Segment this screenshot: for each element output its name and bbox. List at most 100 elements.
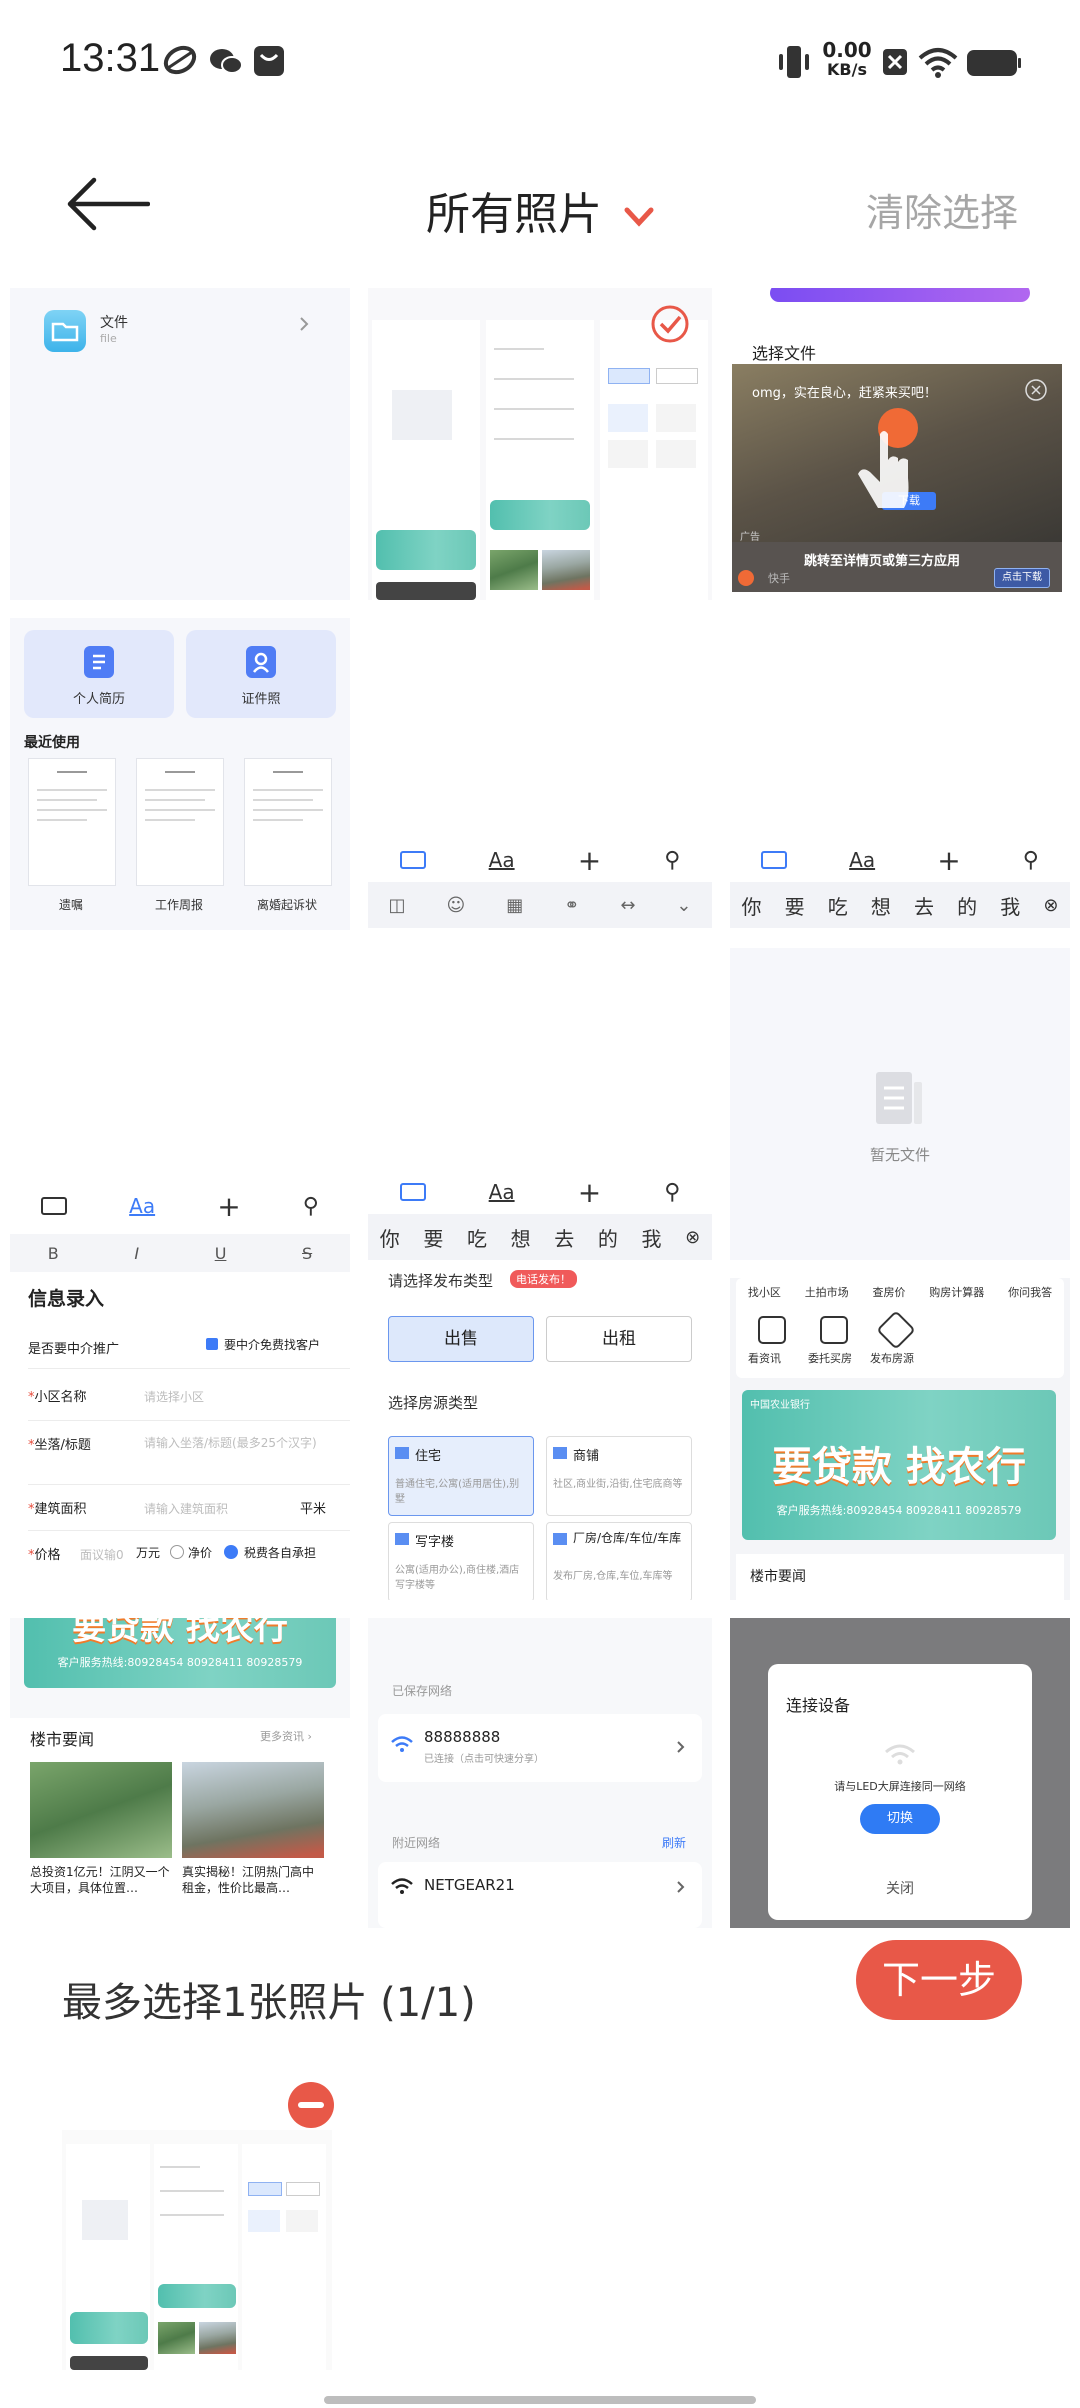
photo-thumb-8[interactable]: Aa + ⚲ B I U S 信息录入 是否要中介推广 要中介免费找客户 *小区… [10,1178,350,1600]
candidate: 你 [741,894,762,919]
nav2-item: 看资讯 [748,1352,781,1365]
candidate: 吃 [467,1226,488,1251]
photo-thumb-12[interactable]: 已保存网络 88888888 已连接（点击可快速分享） 附近网络 刷新 NETG… [368,1618,712,1928]
status-time: 13:31 [60,36,161,80]
news-heading: 楼市要闻 [30,1730,95,1749]
wifi-icon [918,48,958,78]
folder-icon [44,310,86,352]
mini-screen-2 [154,2144,238,2370]
clear-selection-button[interactable]: 清除选择 [866,182,1018,237]
plus-icon: + [937,843,961,877]
tile1-label: 文件 [100,315,128,331]
keyboard-tools-row: ◫ ☺ ▦ ⚭ ↔ ⌄ [368,882,712,928]
photo-thumb-7[interactable]: 暂无文件 [730,948,1070,1260]
mini-screen-1 [66,2144,150,2370]
type-factory: 厂房/仓库/车位/车库 发布厂房,仓库,车位,车库等 [546,1522,692,1600]
photo-thumb-3[interactable]: 选择文件 omg，实在良心，赶紧来买吧！ 下载 跳转至详情页或第三方应用 快手 … [730,288,1070,600]
emoji-icon: ☺ [446,894,466,916]
selected-preview-thumb[interactable] [62,2130,332,2370]
candidate: 吃 [827,894,848,919]
phone-badge: 电话发布！ [510,1270,577,1288]
ad-user: 快手 [768,572,790,585]
plus-icon: + [577,843,602,877]
doc-name-3: 离婚起诉状 [256,898,317,912]
photo-thumb-9[interactable]: Aa + ⚲ 你 要 吃 想 去 的 我 ⊗ 请选择发布类型 电话发布！ 出售 … [368,1166,712,1600]
format-row: B I U S [10,1234,350,1272]
nav-item: 找小区 [747,1286,781,1299]
refresh-link: 刷新 [662,1836,687,1850]
dialog-message: 请与LED大屏连接同一网络 [834,1780,966,1793]
net-speed-value: 0.00 [822,38,872,62]
candidate: 想 [870,894,891,919]
mic-icon: ⚭ [564,894,580,916]
type-shop: 商铺 社区,商业街,沿街,住宅底商等 [546,1436,692,1516]
nav-item: 购房计算器 [929,1286,985,1299]
mini-screen-3 [242,2144,326,2370]
tile8-aa: Aa [129,1194,156,1218]
wifi-icon [391,1878,413,1894]
bag-icon [254,46,284,76]
field-title-label: *坐落/标题 [28,1438,91,1453]
candidate-row: 你 要 吃 想 去 的 我 ⊗ [368,1214,712,1260]
price-opt1: 净价 [188,1546,213,1560]
photo-thumb-2-selected[interactable] [368,288,712,600]
nearby-networks-label: 附近网络 [392,1836,441,1850]
ad-card: omg，实在良心，赶紧来买吧！ 下载 跳转至详情页或第三方应用 快手 点击下载 … [732,364,1062,592]
candidate: 我 [641,1226,662,1251]
search-icon: ⚲ [664,1179,681,1205]
tile5-aa: Aa [488,848,515,872]
entrust-icon [820,1316,848,1344]
ad-text: omg，实在良心，赶紧来买吧！ [752,386,937,401]
dialog-title: 连接设备 [786,1696,851,1715]
id-photo-label: 证件照 [241,692,281,707]
chevron-right-icon [300,317,309,331]
rent-tab: 出租 [546,1316,692,1362]
photo-thumb-10[interactable]: 找小区 土拍市场 查房价 购房计算器 你问我答 看资讯 委托买房 发布房源 中国… [730,1278,1070,1600]
tile3-title: 选择文件 [752,344,817,363]
tile6-aa: Aa [849,848,876,872]
delete-icon: ⊗ [685,1226,701,1248]
form-title: 信息录入 [28,1288,105,1310]
candidate: 要 [784,894,805,919]
search-icon: ⚲ [302,1193,319,1219]
tile9-aa: Aa [488,1180,515,1204]
price-opt2: 税费各自承担 [244,1546,317,1560]
selected-check-icon [651,305,689,343]
candidate: 的 [957,894,978,919]
hand-pointer-icon [858,431,909,508]
battery-icon [967,50,1021,76]
photo-thumb-1[interactable]: 文件 file [10,288,350,600]
next-step-button[interactable]: 下一步 [856,1940,1022,2020]
candidate: 想 [510,1226,531,1251]
photo-thumb-11[interactable]: 要贷款 找农行 客户服务热线:80928454 80928411 8092857… [10,1618,350,1928]
photo-thumb-6[interactable]: Aa + ⚲ 你 要 吃 想 去 的 我 ⊗ [730,618,1070,930]
price-unit: 万元 [136,1546,161,1560]
agent-question: 是否要中介推广 [28,1342,120,1357]
close-icon [1025,379,1047,401]
italic-icon: I [134,1243,140,1263]
photo-thumb-4[interactable]: 个人简历 证件照 最近使用 遗嘱 工作周报 离婚起诉状 [10,618,350,930]
doc-thumb [136,758,224,886]
news-image [30,1762,172,1858]
empty-file-icon [876,1072,922,1124]
banner-hotline: 客户服务热线:80928454 80928411 80928579 [776,1504,1022,1517]
plus-icon: + [577,1175,602,1209]
delete-icon: ⊗ [1043,894,1059,916]
photo-thumb-5[interactable]: Aa + ⚲ ◫ ☺ ▦ ⚭ ↔ ⌄ [368,618,712,930]
sell-tab: 出售 [388,1316,534,1362]
connect-dialog: 连接设备 请与LED大屏连接同一网络 切换 关闭 [768,1664,1032,1920]
field-price-ph: 面议输0 [80,1548,124,1562]
doc-thumb [244,758,332,886]
photo-thumb-13[interactable]: 连接设备 请与LED大屏连接同一网络 切换 关闭 [730,1618,1070,1928]
field-community-ph: 请选择小区 [144,1390,205,1404]
home-indicator[interactable] [324,2396,756,2404]
shop-icon [553,1447,567,1459]
keyboard-icon [399,851,426,869]
remove-selection-icon[interactable] [286,2080,336,2130]
field-community-label: *小区名称 [28,1390,87,1405]
banner-hotline: 客户服务热线:80928454 80928411 80928579 [57,1656,303,1669]
wifi-icon [885,1744,915,1765]
candidate: 要 [423,1226,444,1251]
sim-off-icon [883,49,907,75]
nav-item: 你问我答 [1008,1286,1053,1299]
